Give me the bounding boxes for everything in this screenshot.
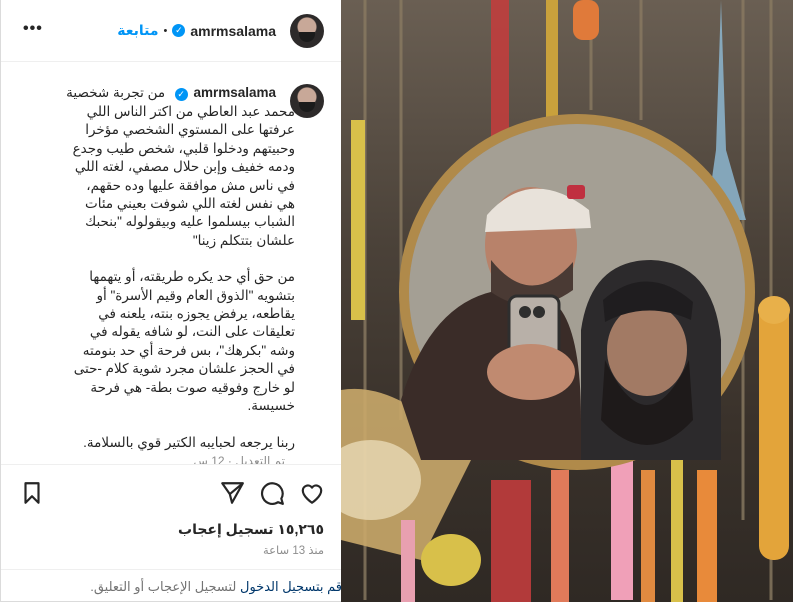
more-options-icon[interactable]: •••: [23, 20, 43, 38]
caption-line: في الحجز علشان مجرد شوية كلام -حتى: [73, 361, 295, 377]
caption-line: هي نفس لغته اللي شوفت بعيني مئات: [85, 196, 295, 212]
caption-line-first: amrmsalama ✓ من تجربة شخصية: [11, 84, 276, 102]
likes-count[interactable]: ١٥,٢٦٥ تسجيل إعجاب: [178, 521, 324, 538]
verified-badge-icon: ✓: [174, 88, 188, 101]
caption-line: بتشويه "الذوق العام وقيم الأسرة" أو: [96, 287, 295, 303]
post-header: ••• amrmsalama ✓ • متابعة: [1, 0, 342, 62]
caption-line: عرفتها على المستوي الشخصي مؤخرا: [85, 122, 295, 138]
login-prompt: قم بتسجيل الدخول لتسجيل الإعجاب أو التعل…: [1, 569, 342, 602]
caption-line: لو خارج وفوقيه صوت بطة- هي فرحة: [90, 379, 295, 395]
caption-line: في ناس مش موافقة عليها وده حقهم،: [86, 177, 295, 193]
caption-avatar[interactable]: [290, 84, 324, 118]
login-prompt-text: قم بتسجيل الدخول لتسجيل الإعجاب أو التعل…: [90, 579, 342, 595]
caption-line: الشباب بيسلموا عليه وبيقولوله "بنحبك: [85, 214, 295, 230]
login-link[interactable]: قم بتسجيل الدخول: [240, 579, 342, 594]
send-icon[interactable]: [219, 480, 245, 506]
post-timestamp[interactable]: منذ 13 ساعة: [263, 543, 324, 557]
post-caption-body: محمد عبد العاطي من اكتر الناس اللي عرفته…: [15, 103, 295, 452]
avatar[interactable]: [290, 14, 324, 48]
caption-area: amrmsalama ✓ من تجربة شخصية محمد عبد الع…: [1, 62, 342, 464]
header-username[interactable]: amrmsalama: [190, 23, 276, 39]
header-separator: •: [163, 24, 168, 37]
verified-badge-icon: ✓: [172, 24, 186, 37]
photo-illustration: [341, 0, 790, 602]
caption-line: وحبيتهم ودخلوا قلبي، شخص طيب وجدع: [72, 140, 295, 156]
post-photo[interactable]: [341, 0, 793, 602]
caption-line: تعليقات على النت، لو شافه يقوله في: [89, 324, 295, 340]
caption-line: يقاطعه، يرفض يجوزه بنته، يلعنه في: [98, 306, 295, 322]
post-caption: amrmsalama ✓ من تجربة شخصية: [11, 84, 276, 102]
header-user-row: amrmsalama ✓ • متابعة: [117, 22, 276, 39]
heart-icon[interactable]: [299, 480, 325, 506]
edited-timestamp: تم التعديل · 12 س: [193, 454, 285, 464]
post-panel: ••• amrmsalama ✓ • متابعة amrmsalama ✓ م…: [0, 0, 342, 602]
bookmark-icon[interactable]: [19, 480, 45, 506]
caption-line: علشان بتتكلم زينا": [192, 232, 295, 248]
caption-line: ودمه خفيف وإبن حلال مصفي، لغته اللي: [74, 159, 295, 175]
caption-username[interactable]: amrmsalama: [193, 85, 276, 100]
caption-line: ربنا يرجعه لحبايبه الكتير قوي بالسلامة.: [83, 434, 295, 450]
caption-line: خسيسة.: [247, 398, 296, 414]
post-actions: ١٥,٢٦٥ تسجيل إعجاب منذ 13 ساعة: [1, 464, 342, 569]
caption-text: من تجربة شخصية: [66, 85, 166, 100]
caption-line: وشه "بكرهك"، بس فرحة أي حد بنومته: [82, 342, 295, 358]
follow-button[interactable]: متابعة: [117, 22, 158, 39]
caption-line: محمد عبد العاطي من اكتر الناس اللي: [86, 104, 295, 119]
login-prompt-rest: لتسجيل الإعجاب أو التعليق.: [90, 579, 241, 594]
caption-line: من حق أي حد يكره طريقته، أو يتهمها: [89, 269, 295, 285]
comment-icon[interactable]: [259, 480, 285, 506]
